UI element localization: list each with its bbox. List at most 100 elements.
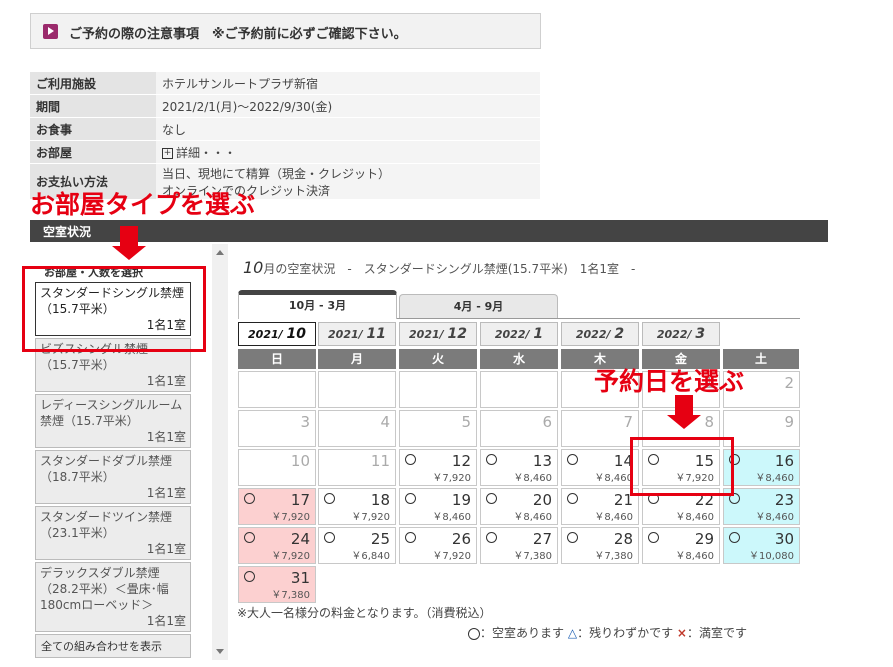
- weekday-label: 日: [238, 349, 317, 369]
- calendar-day-cell[interactable]: 26 ￥7,920: [399, 527, 477, 564]
- expand-plus-icon[interactable]: +: [162, 147, 173, 159]
- month-year: 2022/: [656, 328, 692, 341]
- annotation-down-arrow-icon: [667, 395, 701, 429]
- day-price: ￥8,460: [675, 551, 714, 562]
- full-cross-icon: ×: [676, 626, 687, 640]
- calendar-day-cell: 4: [318, 410, 396, 447]
- available-circle-icon: [567, 454, 578, 465]
- calendar-title-rest: 月の空室状況 - スタンダードシングル禁煙(15.7平米) 1名1室 -: [263, 262, 636, 276]
- info-label: お食事: [30, 117, 156, 141]
- legend-few-left: ：残りわずかです: [577, 626, 674, 640]
- month-button[interactable]: 2022/ 2: [561, 322, 639, 346]
- show-all-combinations-button[interactable]: 全ての組み合わせを表示: [35, 634, 191, 658]
- legend-available: ：空室あります: [480, 626, 565, 640]
- room-option[interactable]: レディースシングルルーム禁煙（15.7平米） 1名1室: [35, 394, 191, 448]
- calendar-day-cell[interactable]: 21 ￥8,460: [561, 488, 639, 525]
- calendar-day-cell[interactable]: 25 ￥6,840: [318, 527, 396, 564]
- calendar-day-cell[interactable]: 16 ￥8,460: [723, 449, 800, 486]
- calendar-day-cell[interactable]: 23 ￥8,460: [723, 488, 800, 525]
- tab-apr-sep[interactable]: 4月 - 9月: [399, 294, 558, 318]
- period-tabs: 10月 - 3月 4月 - 9月: [238, 290, 800, 319]
- month-year: 2021/: [328, 328, 363, 341]
- info-row: 期間 2021/2/1(月)～2022/9/30(金): [30, 94, 540, 118]
- month-number: 12: [447, 326, 467, 342]
- room-detail-link[interactable]: + 詳細・・・: [156, 140, 540, 164]
- calendar-day-cell[interactable]: 18 ￥7,920: [318, 488, 396, 525]
- annotation-date-highlight: [630, 437, 734, 496]
- info-value: ホテルサンルートプラザ新宿: [156, 72, 540, 95]
- day-price: ￥8,460: [513, 473, 552, 484]
- day-price: ￥7,920: [351, 512, 390, 523]
- calendar-day-cell[interactable]: 17 ￥7,920: [238, 488, 316, 525]
- day-number: 13: [532, 452, 552, 470]
- tab-oct-mar[interactable]: 10月 - 3月: [238, 290, 397, 319]
- month-number: 10: [286, 326, 306, 342]
- month-button[interactable]: 2022/ 1: [480, 322, 558, 346]
- calendar-day-cell: [480, 371, 558, 408]
- day-number: 8: [704, 413, 714, 431]
- legend-full: ：満室です: [686, 626, 747, 640]
- month-selector: 2021/ 10 2021/ 11 2021/ 12 2022/ 1 2022/…: [238, 322, 800, 346]
- notice-bar[interactable]: ご予約の際の注意事項 ※ご予約前に必ずご確認下さい。: [30, 13, 541, 49]
- month-button[interactable]: 2021/ 11: [318, 322, 396, 346]
- day-price: ￥8,460: [432, 512, 471, 523]
- day-price: ￥8,460: [755, 512, 794, 523]
- weekday-label: 火: [399, 349, 478, 369]
- annotation-room-type: お部屋タイプを選ぶ: [30, 190, 256, 219]
- scroll-down-icon[interactable]: [216, 649, 224, 654]
- calendar-day-cell: [399, 371, 477, 408]
- day-price: ￥8,460: [675, 512, 714, 523]
- day-number: 12: [451, 452, 471, 470]
- month-button[interactable]: 2021/ 10: [238, 322, 316, 346]
- calendar-day-cell: [318, 371, 396, 408]
- month-button[interactable]: 2021/ 12: [399, 322, 477, 346]
- day-number: 4: [380, 413, 390, 431]
- month-button[interactable]: 2022/ 3: [642, 322, 720, 346]
- calendar-day-cell: [238, 371, 316, 408]
- room-panel-scrollbar[interactable]: [212, 244, 228, 660]
- calendar-day-cell[interactable]: 31 ￥7,380: [238, 566, 316, 603]
- calendar-day-cell[interactable]: 12 ￥7,920: [399, 449, 477, 486]
- day-price: ￥8,460: [594, 512, 633, 523]
- day-number: 9: [784, 413, 794, 431]
- calendar-day-cell[interactable]: 13 ￥8,460: [480, 449, 558, 486]
- info-row: お食事 なし: [30, 117, 540, 141]
- calendar-day-cell: 11: [318, 449, 396, 486]
- annotation-room-highlight: [22, 266, 206, 352]
- calendar-day-cell[interactable]: 28 ￥7,380: [561, 527, 639, 564]
- day-number: 7: [623, 413, 633, 431]
- day-price: ￥7,920: [271, 512, 310, 523]
- plan-info-table: ご利用施設 ホテルサンルートプラザ新宿 期間 2021/2/1(月)～2022/9/…: [30, 72, 540, 200]
- calendar-day-cell[interactable]: 14 ￥8,460: [561, 449, 639, 486]
- room-name: スタンダードツイン禁煙（23.1平米）: [40, 510, 173, 540]
- scroll-up-icon[interactable]: [216, 250, 224, 255]
- calendar-day-cell[interactable]: 19 ￥8,460: [399, 488, 477, 525]
- calendar-day-cell[interactable]: 27 ￥7,380: [480, 527, 558, 564]
- weekday-label: 月: [318, 349, 397, 369]
- few-left-triangle-icon: △: [567, 626, 578, 640]
- day-price: ￥10,080: [749, 551, 794, 562]
- day-number: 16: [774, 452, 794, 470]
- month-number: 2: [614, 326, 625, 342]
- calendar-day-cell: 3: [238, 410, 316, 447]
- room-option[interactable]: デラックスダブル禁煙（28.2平米）＜畳床･幅180cmローベッド＞ 1名1室: [35, 562, 191, 632]
- available-circle-icon: [648, 532, 659, 543]
- calendar-day-cell[interactable]: 30 ￥10,080: [723, 527, 800, 564]
- room-option[interactable]: スタンダードツイン禁煙（23.1平米） 1名1室: [35, 506, 191, 560]
- day-number: 27: [532, 530, 552, 548]
- month-number: 3: [695, 326, 706, 342]
- room-option[interactable]: スタンダードダブル禁煙（18.7平米） 1名1室: [35, 450, 191, 504]
- weekday-label: 水: [480, 349, 559, 369]
- day-number: 20: [532, 491, 552, 509]
- calendar-day-cell: 10: [238, 449, 316, 486]
- day-number: 26: [451, 530, 471, 548]
- calendar-day-cell[interactable]: 24 ￥7,920: [238, 527, 316, 564]
- available-circle-icon: [729, 532, 740, 543]
- available-circle-icon: [405, 493, 416, 504]
- calendar-day-cell[interactable]: 29 ￥8,460: [642, 527, 720, 564]
- room-detail-text[interactable]: 詳細・・・: [176, 146, 236, 160]
- available-circle-icon: [567, 532, 578, 543]
- day-price: ￥7,380: [594, 551, 633, 562]
- calendar-day-cell[interactable]: 20 ￥8,460: [480, 488, 558, 525]
- info-label: お部屋: [30, 140, 156, 164]
